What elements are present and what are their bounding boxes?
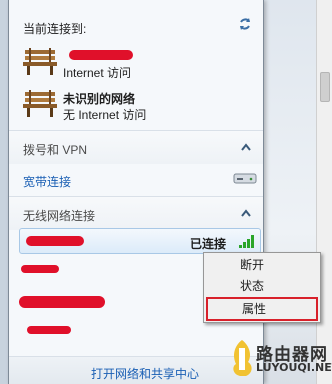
- refresh-icon[interactable]: [237, 16, 253, 32]
- section-wireless[interactable]: 无线网络连接: [9, 196, 263, 230]
- redacted-wifi-name: [26, 236, 84, 246]
- redacted-network-name: [69, 50, 133, 60]
- section-dialup-label: 拨号和 VPN: [23, 143, 88, 157]
- modem-icon: [233, 173, 257, 184]
- section-wireless-label: 无线网络连接: [23, 209, 96, 223]
- chevron-up-icon[interactable]: [241, 209, 251, 217]
- signal-strength-icon: [239, 235, 254, 248]
- scrollbar-thumb[interactable]: [320, 72, 330, 102]
- context-menu: 断开 状态 属性: [203, 252, 321, 323]
- watermark-logo-icon: [233, 340, 252, 376]
- section-dialup-vpn[interactable]: 拨号和 VPN: [9, 130, 263, 164]
- current-connection-header: 当前连接到:: [23, 22, 87, 36]
- redacted-wifi-name-3[interactable]: [19, 296, 105, 308]
- site-watermark: 路由器网 LUYOUQI.NET: [226, 334, 332, 384]
- menu-item-status[interactable]: 状态: [206, 276, 318, 296]
- watermark-url: LUYOUQI.NET: [256, 361, 332, 374]
- open-network-center-link[interactable]: 打开网络和共享中心: [91, 365, 199, 382]
- network-2-status: 无 Internet 访问: [63, 108, 147, 122]
- network-flyout: 当前连接到: Internet 访问 未识别的网络 无 Internet 访问 …: [8, 0, 264, 384]
- wifi-connected-status: 已连接: [190, 237, 227, 251]
- network-1-status: Internet 访问: [63, 66, 132, 80]
- connected-network-1: Internet 访问: [23, 46, 263, 86]
- network-bench-icon: [23, 90, 57, 117]
- menu-item-disconnect[interactable]: 断开: [206, 255, 318, 275]
- menu-item-properties[interactable]: 属性: [206, 297, 318, 321]
- network-2-name: 未识别的网络: [63, 92, 136, 106]
- connected-network-2: 未识别的网络 无 Internet 访问: [23, 88, 263, 128]
- wifi-network-connected[interactable]: 已连接: [19, 228, 261, 254]
- desktop-background: [264, 0, 332, 384]
- network-bench-icon: [23, 48, 57, 75]
- redacted-wifi-name-4[interactable]: [27, 326, 71, 334]
- chevron-up-icon[interactable]: [241, 143, 251, 151]
- scrollbar[interactable]: [316, 0, 332, 384]
- redacted-wifi-name-2[interactable]: [21, 265, 59, 273]
- footer: 打开网络和共享中心: [9, 356, 263, 384]
- broadband-connection-link[interactable]: 宽带连接: [23, 173, 71, 190]
